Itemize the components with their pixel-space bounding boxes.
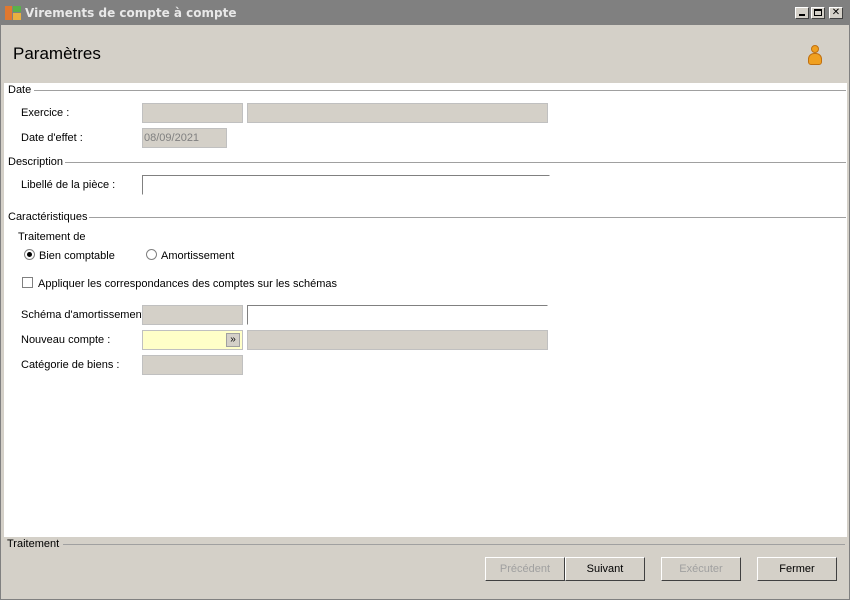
radio-bien-comptable-label[interactable]: Bien comptable	[39, 250, 115, 262]
libelle-input[interactable]	[142, 175, 550, 195]
main-window: Virements de compte à compte ✕ Paramètre…	[0, 0, 850, 600]
traitement-de-label: Traitement de	[18, 231, 86, 243]
radio-amortissement-label[interactable]: Amortissement	[161, 250, 234, 262]
close-button[interactable]: ✕	[829, 7, 843, 19]
date-section-divider	[34, 90, 846, 91]
page-header: Paramètres	[1, 25, 849, 83]
executer-button[interactable]: Exécuter	[661, 557, 741, 581]
maximize-button[interactable]	[811, 7, 825, 19]
radio-bien-comptable[interactable]	[24, 249, 35, 260]
date-effet-field: 08/09/2021	[142, 128, 227, 148]
app-icon	[5, 6, 21, 20]
exercice-label: Exercice :	[21, 107, 70, 119]
schema-amortissement-label: Schéma d'amortissement	[21, 309, 145, 321]
schema-description-field[interactable]	[247, 305, 548, 325]
date-effet-label: Date d'effet :	[21, 132, 83, 144]
double-chevron-down-icon[interactable]: »	[226, 333, 240, 347]
window-title: Virements de compte à compte	[25, 6, 237, 20]
categorie-biens-label: Catégorie de biens :	[21, 359, 120, 371]
nouveau-compte-description-field	[247, 330, 548, 350]
correspondances-checkbox[interactable]	[22, 277, 33, 288]
nouveau-compte-label: Nouveau compte :	[21, 334, 111, 346]
maximize-icon	[814, 9, 822, 16]
date-section-label: Date	[8, 84, 34, 96]
schema-code-field	[142, 305, 243, 325]
correspondances-checkbox-label[interactable]: Appliquer les correspondances des compte…	[38, 278, 337, 290]
nouveau-compte-input[interactable]: »	[142, 330, 243, 350]
precedent-button[interactable]: Précédent	[485, 557, 565, 581]
close-icon: ✕	[831, 7, 841, 18]
page-title: Paramètres	[13, 44, 101, 63]
caracteristiques-section-label: Caractéristiques	[8, 211, 90, 223]
traitement-divider	[63, 544, 845, 545]
user-icon[interactable]	[807, 45, 823, 67]
categorie-biens-field	[142, 355, 243, 375]
libelle-label: Libellé de la pièce :	[21, 179, 116, 191]
minimize-button[interactable]	[795, 7, 809, 19]
description-section-label: Description	[8, 156, 66, 168]
form-content: Date Exercice : Date d'effet : 08/09/202…	[4, 83, 847, 537]
caracteristiques-section-divider	[84, 217, 846, 218]
exercice-description-field	[247, 103, 548, 123]
suivant-button[interactable]: Suivant	[565, 557, 645, 581]
description-section-divider	[62, 162, 846, 163]
minimize-icon	[799, 14, 805, 16]
exercice-code-field	[142, 103, 243, 123]
traitement-label: Traitement	[7, 538, 60, 550]
title-bar[interactable]: Virements de compte à compte ✕	[1, 1, 849, 25]
radio-amortissement[interactable]	[146, 249, 157, 260]
fermer-button[interactable]: Fermer	[757, 557, 837, 581]
